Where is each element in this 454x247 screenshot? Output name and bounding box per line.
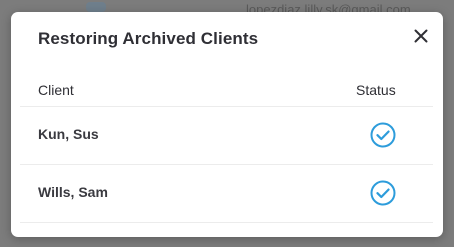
table-row: Wills, Sam [20,165,433,223]
client-name: Kun, Sus [38,126,99,142]
client-name: Wills, Sam [38,184,108,200]
background-avatar [86,2,106,12]
column-header-status: Status [356,82,396,98]
close-icon [414,29,428,43]
restore-dialog: Restoring Archived Clients Client Status… [11,12,443,237]
table-header: Client Status [20,78,433,107]
close-button[interactable] [409,24,433,48]
column-header-client: Client [38,82,74,98]
check-circle-icon [370,180,396,206]
table-row: Kun, Sus [20,107,433,165]
check-circle-icon [370,122,396,148]
dialog-title: Restoring Archived Clients [38,29,259,48]
